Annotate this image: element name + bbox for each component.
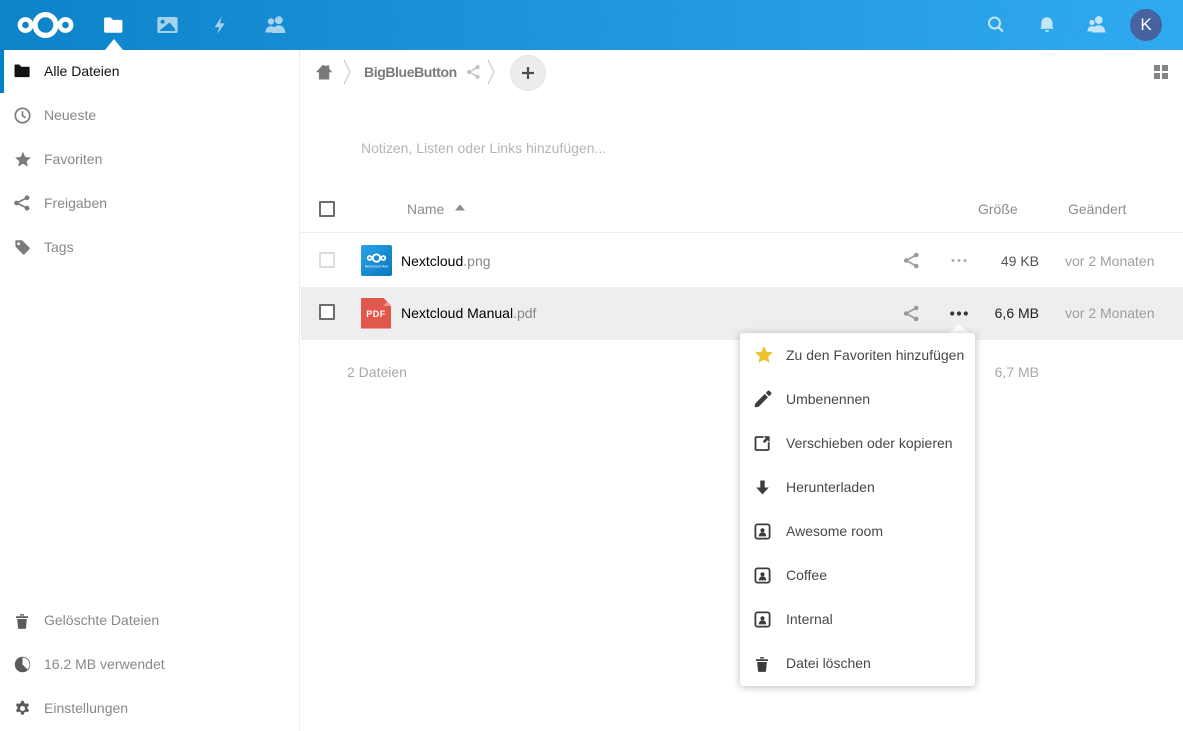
svg-text:Nextcloud Hub: Nextcloud Hub bbox=[365, 265, 389, 269]
